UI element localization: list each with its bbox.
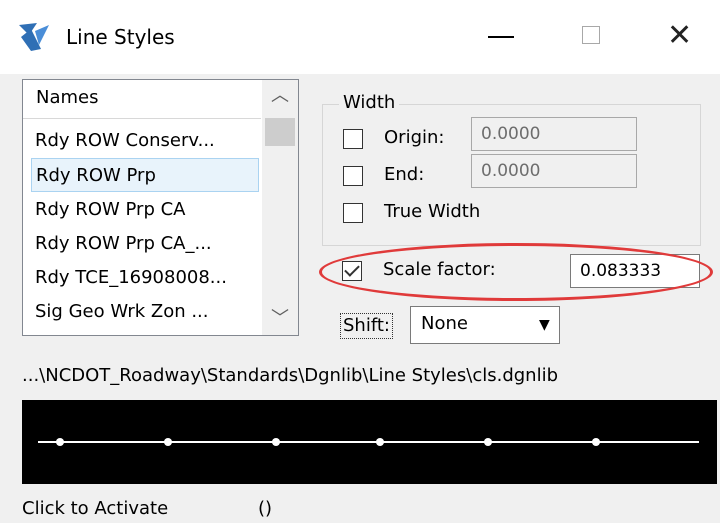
origin-label: Origin: xyxy=(384,127,445,148)
close-button[interactable]: ✕ xyxy=(633,10,720,64)
names-list[interactable]: Names Rdy ROW Conserv... Rdy ROW Prp Rdy… xyxy=(22,79,299,336)
line-style-preview xyxy=(22,400,717,484)
names-column-header[interactable]: Names xyxy=(23,80,261,119)
end-label: End: xyxy=(384,164,425,185)
true-width-checkbox[interactable] xyxy=(343,203,363,223)
title-bar: Line Styles ✕ xyxy=(0,0,720,74)
window-title: Line Styles xyxy=(66,25,175,49)
list-item[interactable]: Sig Geo Wrk Zon ... xyxy=(31,295,263,329)
list-item-selected[interactable]: Rdy ROW Prp xyxy=(31,158,259,192)
list-item[interactable]: Rdy ROW Conserv... xyxy=(31,124,263,158)
origin-field[interactable]: 0.0000 xyxy=(471,117,637,151)
true-width-label: True Width xyxy=(384,201,481,222)
chevron-up-icon[interactable]: ︿ xyxy=(262,80,298,112)
shift-dropdown[interactable]: None ▼ xyxy=(410,306,560,344)
scroll-thumb[interactable] xyxy=(265,118,295,146)
line-styles-dialog: Line Styles ✕ Names Rdy ROW Conserv... R… xyxy=(0,0,720,523)
shift-value: None xyxy=(421,313,468,334)
list-item[interactable]: Rdy ROW Prp CA_... xyxy=(31,227,263,261)
width-group: Width Origin: 0.0000 End: 0.0000 True Wi… xyxy=(322,91,701,246)
maximize-icon xyxy=(582,26,600,44)
origin-checkbox[interactable] xyxy=(343,129,363,149)
preview-line xyxy=(38,438,699,446)
minimize-button[interactable] xyxy=(450,10,542,64)
highlight-ellipse xyxy=(319,243,713,301)
close-icon: ✕ xyxy=(667,18,693,53)
end-checkbox[interactable] xyxy=(343,166,363,186)
status-text: Click to Activate xyxy=(22,498,169,519)
list-item[interactable]: Rdy TCE_16908008... xyxy=(31,261,263,295)
maximize-button[interactable] xyxy=(542,10,634,64)
end-field[interactable]: 0.0000 xyxy=(471,154,637,188)
microstation-icon xyxy=(19,23,49,51)
library-path: ...\NCDOT_Roadway\Standards\Dgnlib\Line … xyxy=(22,365,559,386)
minimize-icon xyxy=(488,36,514,38)
vertical-scrollbar[interactable]: ︿ ﹀ xyxy=(262,80,298,335)
status-value: () xyxy=(258,498,273,519)
list-item[interactable]: Rdy ROW Prp CA xyxy=(31,193,263,227)
chevron-down-icon[interactable]: ﹀ xyxy=(262,303,298,335)
dropdown-arrow-icon: ▼ xyxy=(539,317,550,333)
names-header-label: Names xyxy=(36,87,99,108)
shift-label: Shift: xyxy=(340,313,393,339)
width-group-title: Width xyxy=(339,91,400,115)
